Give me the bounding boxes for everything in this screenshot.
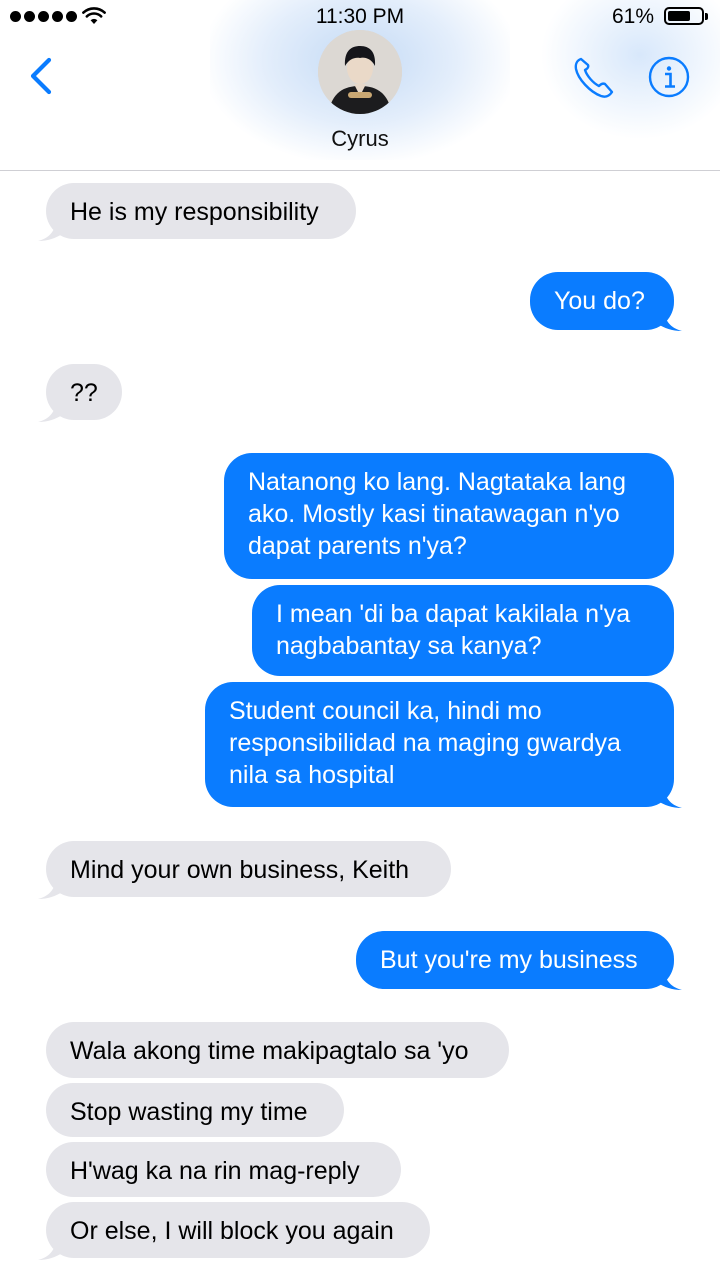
incoming-message[interactable]: Wala akong time makipagtalo sa 'yo [46,1022,509,1078]
contact-name[interactable]: Cyrus [0,126,720,152]
avatar-photo [318,30,402,114]
call-button[interactable] [572,54,616,100]
battery-icon [664,7,708,25]
message-text: ?? [70,379,98,407]
message-thread[interactable]: He is my responsibility You do? ?? Natan… [0,171,720,1268]
outgoing-message[interactable]: Student council ka, hindi mo responsibil… [205,682,674,807]
bubble-tail [38,399,62,422]
message-text: I mean 'di ba dapat kakilala n'ya nagbab… [276,600,631,660]
message-text: Wala akong time makipagtalo sa 'yo [70,1037,469,1065]
bubble-tail [38,1237,62,1260]
phone-icon [574,57,614,98]
outgoing-message[interactable]: I mean 'di ba dapat kakilala n'ya nagbab… [252,585,674,676]
bubble-tail [658,785,682,808]
incoming-message[interactable]: He is my responsibility [46,183,356,239]
message-text: Mind your own business, Keith [70,856,410,884]
outgoing-message[interactable]: You do? [530,272,674,330]
incoming-message[interactable]: H'wag ka na rin mag-reply [46,1142,401,1197]
back-button[interactable] [22,52,62,100]
bubble-tail [658,967,682,990]
message-text: Student council ka, hindi mo responsibil… [229,697,621,789]
info-icon [648,56,690,98]
status-bar: 11:30 PM 61% [0,0,720,34]
message-text: You do? [554,287,645,315]
incoming-message[interactable]: Mind your own business, Keith [46,841,451,897]
message-text: Stop wasting my time [70,1098,308,1126]
contact-avatar[interactable] [318,30,402,114]
message-text: He is my responsibility [70,198,319,226]
chevron-left-icon [30,57,52,95]
outgoing-message[interactable]: Natanong ko lang. Nagtataka lang ako. Mo… [224,453,674,579]
bubble-tail [38,218,62,241]
info-button[interactable] [648,56,690,98]
message-text: But you're my business [380,946,638,974]
outgoing-message[interactable]: But you're my business [356,931,674,989]
bubble-tail [658,308,682,331]
message-text: Or else, I will block you again [70,1217,394,1245]
incoming-message[interactable]: Or else, I will block you again [46,1202,430,1258]
bubble-tail [38,876,62,899]
battery-percentage: 61% [611,5,654,28]
message-text: H'wag ka na rin mag-reply [70,1157,360,1185]
incoming-message[interactable]: Stop wasting my time [46,1083,344,1137]
message-text: Natanong ko lang. Nagtataka lang ako. Mo… [248,468,627,560]
conversation-header: 11:30 PM 61% Cyrus [0,0,720,171]
